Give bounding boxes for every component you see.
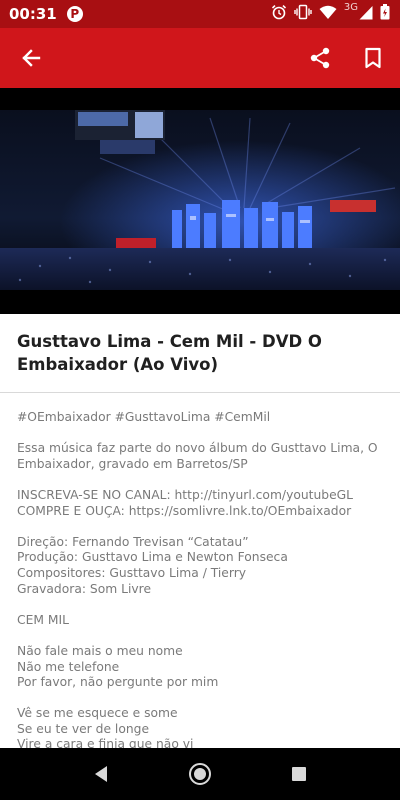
signal-icon [359, 5, 373, 19]
nav-recents-icon [291, 767, 306, 781]
nav-home-button[interactable] [175, 749, 225, 799]
concert-stage-image [0, 88, 400, 314]
description-line: Essa música faz parte do novo álbum do G… [17, 441, 378, 456]
divider [0, 392, 400, 393]
system-nav-bar [0, 748, 400, 800]
description-line: COMPRE E OUÇA: https://somlivre.lnk.to/O… [17, 503, 352, 518]
network-type: 3G [343, 1, 358, 13]
vibrate-icon [294, 4, 312, 20]
description-line: Direção: Fernando Trevisan “Catatau” [17, 534, 249, 549]
description-line: Por favor, não pergunte por mim [17, 675, 219, 690]
app-bar [0, 28, 400, 88]
video-thumbnail[interactable] [0, 88, 400, 314]
description-line: Compositores: Gusttavo Lima / Tierry [17, 565, 247, 580]
description-line: Vire a cara e finja que não vi [17, 737, 194, 748]
description-line: Embaixador, gravado em Barretos/SP [17, 456, 248, 471]
description-line: Não me telefone [17, 659, 120, 674]
bookmark-icon [365, 47, 381, 69]
status-icons: 3G [271, 1, 390, 20]
back-button[interactable] [11, 38, 51, 78]
battery-icon [380, 4, 390, 20]
share-icon [310, 47, 330, 69]
video-title-section: Gusttavo Lima - Cem Mil - DVD O Embaixad… [17, 330, 387, 376]
alarm-icon [271, 5, 286, 20]
description-line: Se eu te ver de longe [17, 721, 150, 736]
description-gap [17, 691, 392, 707]
share-button[interactable] [300, 38, 340, 78]
wifi-icon [319, 5, 337, 19]
bookmark-button[interactable] [353, 38, 393, 78]
nav-back-button[interactable] [76, 749, 126, 799]
description-line: #OEmbaixador #GusttavoLima #CemMil [17, 410, 271, 424]
description-line: Gravadora: Som Livre [17, 581, 152, 596]
video-description: #OEmbaixador #GusttavoLima #CemMil Essa m… [17, 410, 392, 748]
description-gap [17, 597, 392, 613]
description-gap [17, 426, 392, 442]
status-bar: 00:31 P 3G [0, 0, 400, 28]
description-line: INSCREVA-SE NO CANAL: http://tinyurl.com… [17, 487, 354, 502]
nav-back-icon [95, 766, 108, 782]
description-line: Vê se me esquece e some [17, 706, 178, 721]
p-icon: P [66, 6, 83, 22]
description-line: Produção: Gusttavo Lima e Newton Fonseca [17, 550, 288, 565]
video-title: Gusttavo Lima - Cem Mil - DVD O Embaixad… [17, 332, 322, 374]
description-gap [17, 472, 392, 488]
description-line: Não fale mais o meu nome [17, 643, 183, 658]
status-time: 00:31 [9, 5, 57, 23]
description-line: CEM MIL [17, 612, 69, 627]
description-gap [17, 519, 392, 535]
nav-home-icon [188, 763, 211, 785]
description-gap [17, 628, 392, 644]
back-arrow-icon [22, 49, 41, 67]
nav-recents-button[interactable] [274, 749, 324, 799]
